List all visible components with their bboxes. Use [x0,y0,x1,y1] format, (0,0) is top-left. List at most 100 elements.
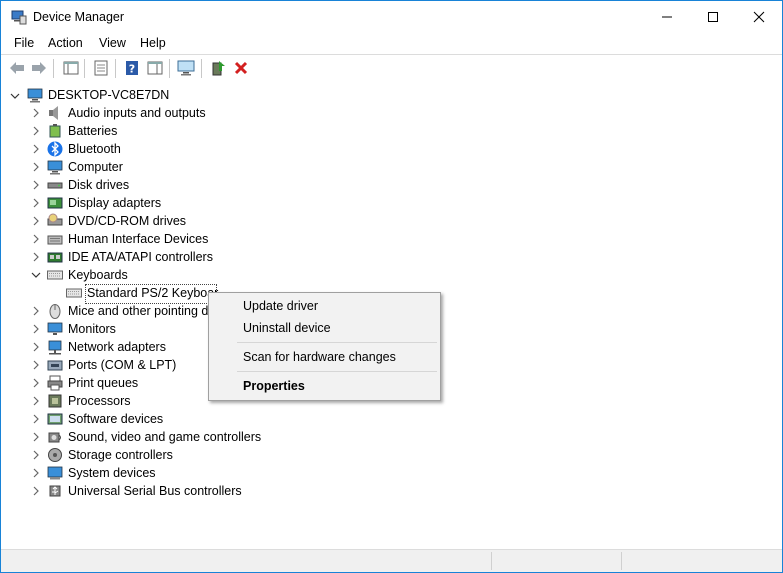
maximize-button[interactable] [690,1,736,33]
tree-category-label[interactable]: Batteries [68,122,117,140]
expand-chevron-icon[interactable] [31,396,41,406]
tree-category-label[interactable]: Processors [68,392,131,410]
tree-category-label[interactable]: Disk drives [68,176,129,194]
expand-chevron-icon[interactable] [31,126,41,136]
forward-button[interactable] [30,59,48,77]
expand-chevron-icon[interactable] [31,108,41,118]
expand-chevron-icon[interactable] [31,450,41,460]
tree-category-label[interactable]: Monitors [68,320,116,338]
update-driver-icon [212,61,225,76]
expand-chevron-icon[interactable] [31,306,41,316]
tree-category-label[interactable]: Universal Serial Bus controllers [68,482,242,500]
display-adapter-icon [47,197,63,209]
collapse-chevron-icon[interactable] [10,91,20,101]
expand-chevron-icon[interactable] [31,162,41,172]
tree-category-label[interactable]: Display adapters [68,194,161,212]
expand-chevron-icon[interactable] [31,216,41,226]
mouse-icon [49,304,61,319]
dvd-drive-icon [47,213,63,226]
battery-icon [49,124,61,138]
expand-chevron-icon[interactable] [31,342,41,352]
svg-text:?: ? [129,63,135,76]
help-toolbar-button[interactable]: ? [123,59,141,77]
title-bar[interactable]: Device Manager [1,1,782,33]
device-manager-icon [11,10,27,25]
expand-chevron-icon[interactable] [31,324,41,334]
status-segment [621,552,622,570]
bluetooth-icon [47,141,63,157]
toolbar-separator [84,59,85,78]
expand-chevron-icon[interactable] [31,234,41,244]
disk-drive-icon [47,182,63,189]
ctx-uninstall-device[interactable]: Uninstall device [243,321,331,335]
tree-category-label[interactable]: Mice and other pointing de [68,302,215,320]
keyboard-device-icon [66,288,82,298]
window-title: Device Manager [33,10,125,24]
computer-icon [27,88,43,103]
keyboard-device-label[interactable]: Standard PS/2 Keyboar [87,284,218,302]
tree-category-label[interactable]: Storage controllers [68,446,173,464]
printer-icon [47,375,63,391]
toolbar: ? [1,54,782,84]
monitor-icon [47,322,63,335]
help-icon: ? [126,61,138,76]
tree-category-label[interactable]: DVD/CD-ROM drives [68,212,186,230]
tree-category-label[interactable]: Bluetooth [68,140,121,158]
console-tree-icon [63,61,79,75]
menu-action[interactable]: Action [48,36,83,50]
expand-chevron-icon[interactable] [31,144,41,154]
close-button[interactable] [736,1,782,33]
expand-chevron-icon[interactable] [31,414,41,424]
back-button[interactable] [8,59,26,77]
tree-category-label[interactable]: Computer [68,158,123,176]
tree-category-label[interactable]: Ports (COM & LPT) [68,356,176,374]
tree-category-label[interactable]: Human Interface Devices [68,230,208,248]
speaker-icon [49,106,58,120]
tree-category-label[interactable]: Software devices [68,410,163,428]
tree-category-label[interactable]: Print queues [68,374,138,392]
menu-help[interactable]: Help [140,36,166,50]
status-bar [1,549,782,572]
close-icon [753,11,765,23]
ctx-update-driver[interactable]: Update driver [243,299,318,313]
expand-chevron-icon[interactable] [31,468,41,478]
menu-bar: File Action View Help [1,33,782,53]
update-driver-button[interactable] [209,59,227,77]
minimize-button[interactable] [644,1,690,33]
expand-chevron-icon[interactable] [31,432,41,442]
scan-hardware-button[interactable] [177,59,195,77]
tree-category-label[interactable]: System devices [68,464,156,482]
menu-file[interactable]: File [14,36,34,50]
tree-category-label[interactable]: Audio inputs and outputs [68,104,206,122]
ide-controller-icon [47,252,63,263]
properties-toolbar-button[interactable] [92,59,110,77]
ctx-scan-hardware[interactable]: Scan for hardware changes [243,350,396,364]
expand-chevron-icon[interactable] [31,378,41,388]
usb-icon [49,485,61,497]
device-manager-window: Device Manager File Action View Help ? D… [0,0,783,573]
ctx-properties[interactable]: Properties [243,379,305,393]
expand-chevron-icon[interactable] [31,198,41,208]
software-device-icon [47,413,63,425]
tree-category-label[interactable]: IDE ATA/ATAPI controllers [68,248,213,266]
collapse-chevron-icon[interactable] [31,270,41,280]
tree-category-label[interactable]: Sound, video and game controllers [68,428,261,446]
show-hide-console-tree-button[interactable] [62,59,80,77]
expand-chevron-icon[interactable] [31,180,41,190]
tree-root-label[interactable]: DESKTOP-VC8E7DN [48,86,169,104]
expand-chevron-icon[interactable] [31,252,41,262]
expand-chevron-icon[interactable] [31,360,41,370]
tree-category-label[interactable]: Network adapters [68,338,166,356]
expand-chevron-icon[interactable] [31,486,41,496]
toolbar-separator [169,59,170,78]
toolbar-separator [53,59,54,78]
toolbar-separator [115,59,116,78]
computer-icon [47,160,63,175]
menu-view[interactable]: View [99,36,126,50]
toolbar-separator [201,59,202,78]
keyboard-icon [47,270,63,280]
tree-category-label[interactable]: Keyboards [68,266,128,284]
uninstall-device-button[interactable] [232,59,250,77]
system-device-icon [47,466,63,480]
action-pane-button[interactable] [146,59,164,77]
